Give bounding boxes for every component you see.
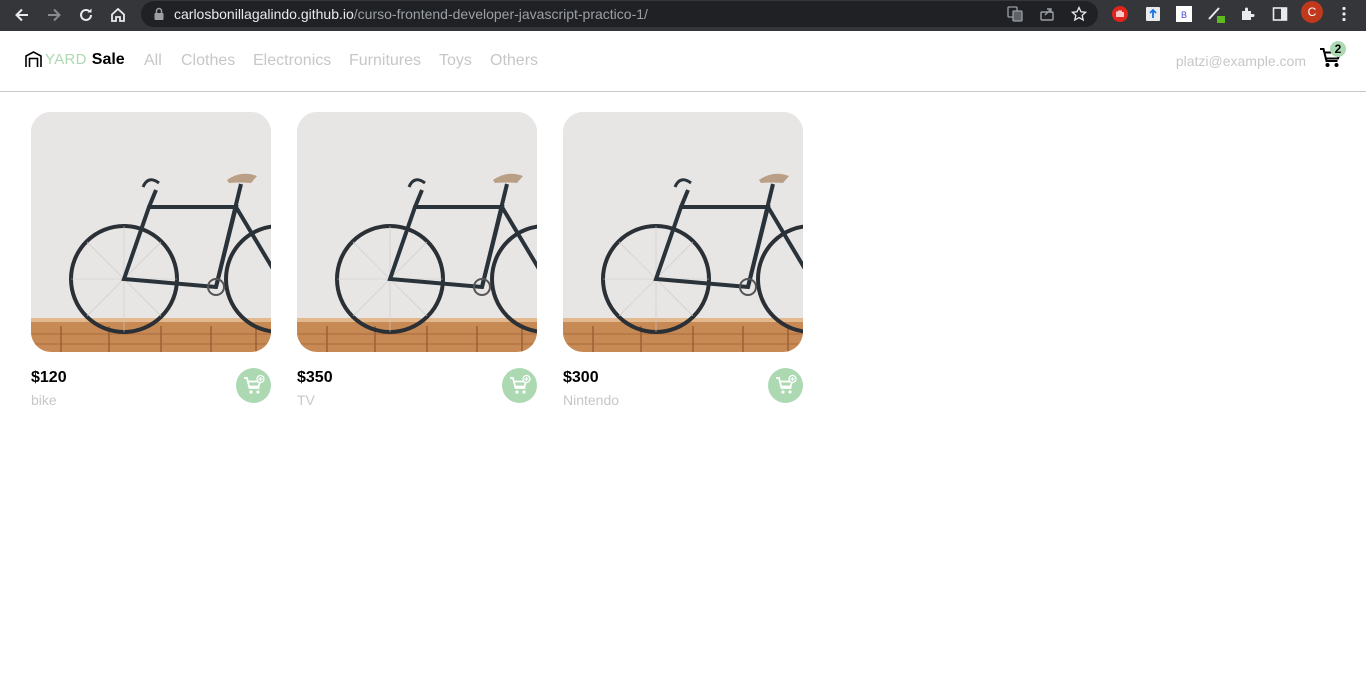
bicycle-image	[563, 112, 803, 352]
side-panel-icon[interactable]	[1270, 4, 1290, 24]
logo-yard-text: YARD	[45, 51, 87, 68]
add-to-cart-button[interactable]	[768, 368, 803, 403]
product-image[interactable]	[31, 112, 271, 352]
nav-link-clothes[interactable]: Clothes	[181, 52, 235, 70]
product-price: $300	[563, 369, 599, 386]
extension-b-icon[interactable]: B	[1174, 4, 1194, 24]
nav-link-all[interactable]: All	[144, 52, 162, 70]
product-name: TV	[297, 392, 315, 408]
menu-kebab-icon[interactable]	[1334, 4, 1354, 24]
logo-sale-text: Sale	[91, 50, 125, 68]
back-arrow-icon	[15, 8, 28, 22]
home-icon	[111, 7, 125, 22]
nav-link-toys[interactable]: Toys	[439, 52, 472, 70]
add-to-cart-icon	[509, 374, 531, 394]
reload-icon	[80, 8, 92, 21]
profile-avatar[interactable]: C	[1301, 1, 1323, 23]
lock-icon	[154, 7, 164, 20]
product-card[interactable]: $120 bike	[31, 112, 271, 408]
storefront-icon	[25, 51, 42, 67]
product-card[interactable]: $350 TV	[297, 112, 537, 408]
back-button[interactable]	[11, 4, 33, 26]
url-text: carlosbonillagalindo.github.io/curso-fro…	[174, 6, 648, 22]
product-name: bike	[31, 392, 57, 408]
product-image[interactable]	[563, 112, 803, 352]
extension-upload-icon[interactable]	[1143, 4, 1163, 24]
home-button[interactable]	[107, 4, 129, 26]
nav-link-electronics[interactable]: Electronics	[253, 52, 331, 70]
add-to-cart-button[interactable]	[502, 368, 537, 403]
cart-count-badge: 2	[1330, 41, 1346, 57]
forward-button[interactable]	[43, 4, 65, 26]
add-to-cart-icon	[243, 374, 265, 394]
nav-link-furnitures[interactable]: Furnitures	[349, 52, 421, 70]
product-image[interactable]	[297, 112, 537, 352]
product-name: Nintendo	[563, 392, 620, 408]
svg-text:B: B	[1181, 10, 1187, 20]
product-price: $120	[31, 369, 67, 386]
add-to-cart-icon	[775, 374, 797, 394]
bicycle-image	[31, 112, 271, 352]
share-icon[interactable]	[1038, 5, 1056, 23]
user-email[interactable]: platzi@example.com	[1176, 53, 1306, 69]
address-bar[interactable]: carlosbonillagalindo.github.io/curso-fro…	[141, 1, 1098, 27]
extension-adblock-icon[interactable]	[1110, 4, 1130, 24]
product-card[interactable]: $300 Nintendo	[563, 112, 803, 408]
add-to-cart-button[interactable]	[236, 368, 271, 403]
forward-arrow-icon	[48, 8, 61, 22]
browser-toolbar: carlosbonillagalindo.github.io/curso-fro…	[0, 0, 1366, 31]
translate-icon[interactable]	[1006, 5, 1024, 23]
extensions-puzzle-icon[interactable]	[1238, 4, 1258, 24]
nav-link-others[interactable]: Others	[490, 52, 538, 70]
yard-sale-logo[interactable]: YARD Sale	[24, 50, 125, 69]
reload-button[interactable]	[75, 4, 97, 26]
bicycle-image	[297, 112, 537, 352]
product-price: $350	[297, 369, 333, 386]
bookmark-star-icon[interactable]	[1070, 5, 1088, 23]
app-navbar: YARD Sale All Clothes Electronics Furnit…	[0, 31, 1366, 92]
extension-pen-icon[interactable]	[1206, 4, 1226, 24]
